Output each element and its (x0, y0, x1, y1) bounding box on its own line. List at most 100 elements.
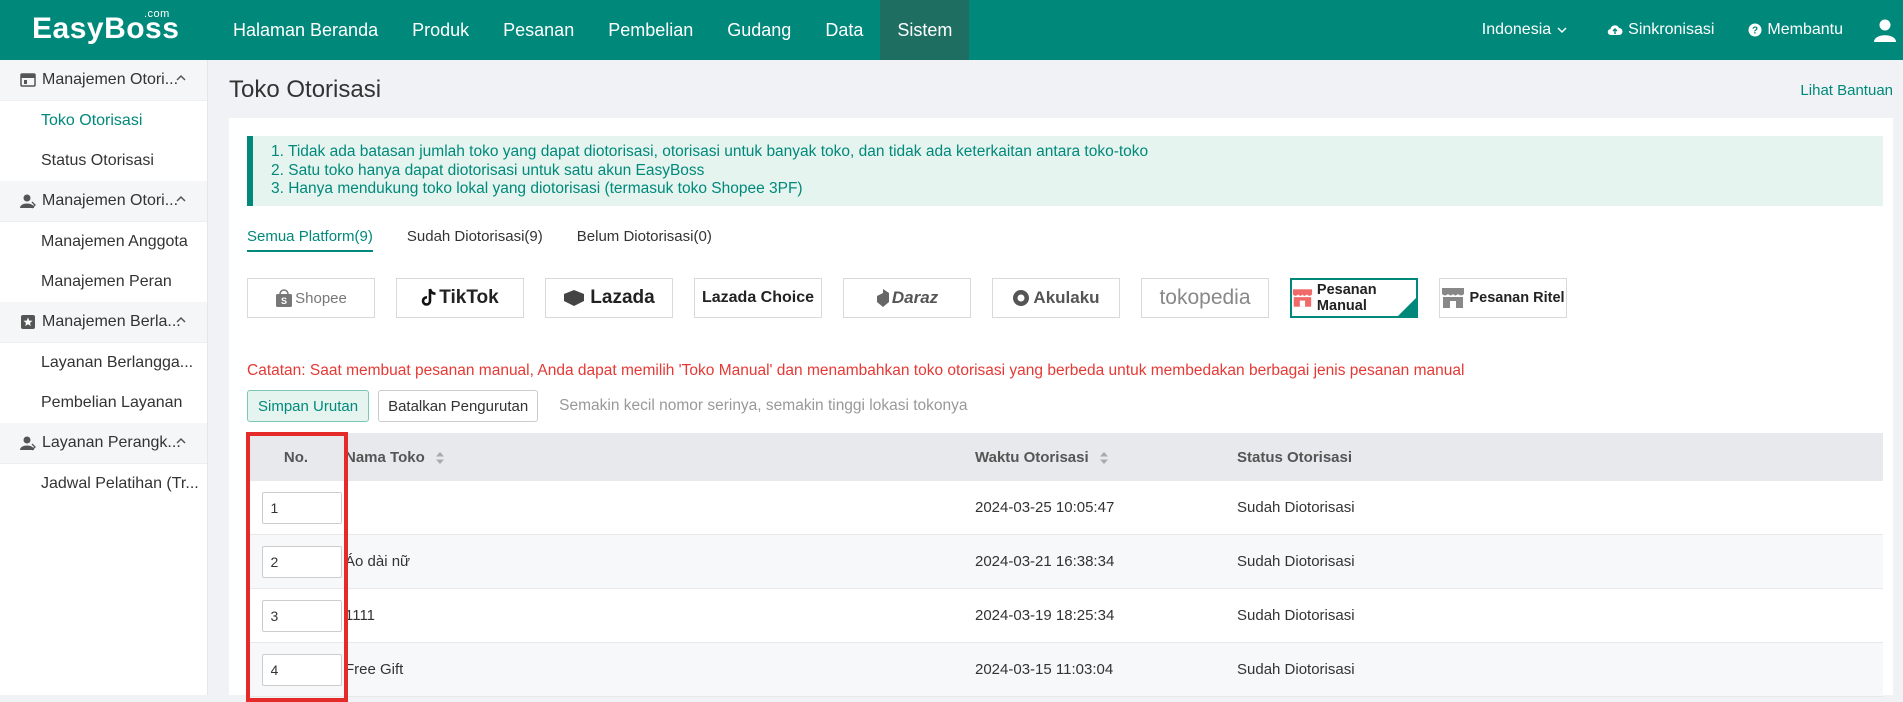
sidebar-group-label: Manajemen Otori... (42, 192, 179, 209)
cancel-sort-button[interactable]: Batalkan Pengurutan (378, 390, 539, 422)
platform-label: Daraz (891, 288, 939, 307)
tab-unauthorized[interactable]: Belum Diotorisasi(0) (577, 228, 712, 252)
nav-home[interactable]: Halaman Beranda (216, 0, 395, 60)
nav-purchases[interactable]: Pembelian (591, 0, 710, 60)
sidebar-group-authorization[interactable]: Manajemen Otori... (0, 60, 207, 101)
chevron-up-icon (176, 316, 186, 323)
no-cell (247, 545, 345, 578)
sort-icon[interactable] (435, 451, 445, 465)
store-icon (20, 73, 36, 87)
platform-pesanan-manual[interactable]: Pesanan Manual (1290, 278, 1418, 318)
auth-status: Sudah Diotorisasi (1237, 607, 1355, 624)
shopee-bag-icon: S (276, 289, 293, 307)
nav-system[interactable]: Sistem (880, 0, 970, 60)
sort-icon[interactable] (1099, 451, 1109, 465)
help-label: Membantu (1767, 21, 1843, 38)
table-row: 1111 2024-03-19 18:25:34 Sudah Diotorisa… (247, 589, 1883, 643)
easyboss-logo[interactable]: EasyBoss .com (32, 8, 179, 46)
user-icon (20, 194, 36, 209)
tab-authorized[interactable]: Sudah Diotorisasi(9) (407, 228, 543, 252)
order-number-input[interactable] (261, 599, 342, 632)
manual-order-note: Catatan: Saat membuat pesanan manual, An… (247, 362, 1465, 379)
auth-status: Sudah Diotorisasi (1237, 499, 1355, 516)
lazada-heart-icon (564, 290, 585, 306)
sidebar-item-pembelian-layanan[interactable]: Pembelian Layanan (0, 383, 207, 423)
sidebar-item-jadwal-pelatihan[interactable]: Jadwal Pelatihan (Tr... (0, 464, 207, 504)
question-circle-icon: ? (1748, 23, 1762, 37)
platform-pesanan-ritel[interactable]: Pesanan Ritel (1439, 278, 1567, 318)
auth-status: Sudah Diotorisasi (1237, 553, 1355, 570)
order-number-input[interactable] (261, 545, 342, 578)
platform-tokopedia[interactable]: tokopedia (1141, 278, 1269, 318)
user-icon[interactable] (1873, 18, 1897, 42)
platform-label: Lazada (590, 287, 655, 308)
header-store-name[interactable]: Nama Toko (345, 449, 975, 466)
sidebar-item-status-otorisasi[interactable]: Status Otorisasi (0, 141, 207, 181)
sort-actions: Simpan Urutan Batalkan Pengurutan Semaki… (247, 390, 968, 422)
main-content: Toko Otorisasi Lihat Bantuan 1. Tidak ad… (208, 60, 1903, 697)
platform-label: TikTok (439, 287, 499, 308)
store-name: 1111 (345, 607, 376, 624)
selected-corner-marker (1398, 298, 1416, 316)
platform-lazada[interactable]: Lazada (545, 278, 673, 318)
platform-tiktok[interactable]: TikTok (396, 278, 524, 318)
shop-icon (1442, 288, 1465, 308)
header-label: Nama Toko (345, 448, 425, 466)
sidebar-item-layanan-berlangganan[interactable]: Layanan Berlangga... (0, 343, 207, 383)
top-right-actions: Indonesia Sinkronisasi ? Membantu (1448, 0, 1903, 60)
akulaku-icon (1013, 290, 1030, 306)
svg-text:?: ? (1752, 26, 1758, 37)
sidebar: Manajemen Otori... Toko Otorisasi Status… (0, 60, 208, 695)
table-row: Áo dài nữ 2024-03-21 16:38:34 Sudah Diot… (247, 535, 1883, 589)
sidebar-group-subscription[interactable]: Manajemen Berla... (0, 302, 207, 343)
sync-button[interactable]: Sinkronisasi (1607, 21, 1714, 39)
platform-daraz[interactable]: Daraz (843, 278, 971, 318)
help-link[interactable]: Lihat Bantuan (1800, 82, 1893, 99)
platform-akulaku[interactable]: Akulaku (992, 278, 1120, 318)
chevron-down-icon (1557, 27, 1567, 34)
platform-shopee[interactable]: S Shopee (247, 278, 375, 318)
nav-orders[interactable]: Pesanan (486, 0, 591, 60)
platform-label: Pesanan Ritel (1469, 290, 1565, 306)
platform-label: Lazada Choice (701, 289, 815, 306)
auth-time: 2024-03-21 16:38:34 (975, 553, 1115, 570)
platform-lazada-choice[interactable]: Lazada Choice (694, 278, 822, 318)
sidebar-item-toko-otorisasi[interactable]: Toko Otorisasi (0, 101, 207, 141)
store-name: Free Gift (345, 661, 404, 678)
user-support-icon (20, 436, 36, 451)
language-label: Indonesia (1481, 21, 1552, 38)
tab-all-platforms[interactable]: Semua Platform(9) (247, 228, 373, 252)
chevron-up-icon (176, 195, 186, 202)
top-navbar: EasyBoss .com Halaman Beranda Produk Pes… (0, 0, 1903, 60)
help-button[interactable]: ? Membantu (1748, 21, 1843, 39)
language-select[interactable]: Indonesia (1482, 21, 1573, 39)
sidebar-item-manajemen-anggota[interactable]: Manajemen Anggota (0, 222, 207, 262)
notice-line: 2. Satu toko hanya dapat diotorisasi unt… (271, 161, 705, 179)
nav-products[interactable]: Produk (395, 0, 486, 60)
shop-icon (1292, 289, 1313, 307)
platform-list: S Shopee TikTok Lazada Lazada Choice Dar… (247, 278, 1588, 318)
sidebar-group-device-service[interactable]: Layanan Perangk... (0, 423, 207, 464)
no-cell (247, 599, 345, 632)
nav-warehouse[interactable]: Gudang (710, 0, 808, 60)
sync-label: Sinkronisasi (1628, 21, 1715, 38)
cloud-upload-icon (1607, 25, 1623, 36)
sidebar-group-member-management[interactable]: Manajemen Otori... (0, 181, 207, 222)
auth-status: Sudah Diotorisasi (1237, 661, 1355, 678)
daraz-icon (876, 289, 889, 307)
order-number-input[interactable] (261, 491, 342, 524)
nav-data[interactable]: Data (808, 0, 880, 60)
header-auth-time[interactable]: Waktu Otorisasi (975, 449, 1237, 466)
chevron-up-icon (176, 74, 186, 81)
store-list-panel: Catatan: Saat membuat pesanan manual, An… (229, 344, 1893, 697)
order-number-input[interactable] (261, 653, 342, 686)
platform-label: Akulaku (1033, 288, 1100, 307)
table-header: No. Nama Toko Waktu Otorisasi Status Oto… (247, 433, 1883, 481)
save-order-button[interactable]: Simpan Urutan (247, 390, 370, 422)
header-label: Waktu Otorisasi (975, 448, 1089, 466)
sidebar-item-manajemen-peran[interactable]: Manajemen Peran (0, 262, 207, 302)
notice-line: 1. Tidak ada batasan jumlah toko yang da… (271, 143, 1149, 160)
store-table: No. Nama Toko Waktu Otorisasi Status Oto… (247, 433, 1883, 697)
main-nav: Halaman Beranda Produk Pesanan Pembelian… (216, 0, 970, 60)
header-auth-status: Status Otorisasi (1237, 448, 1353, 466)
